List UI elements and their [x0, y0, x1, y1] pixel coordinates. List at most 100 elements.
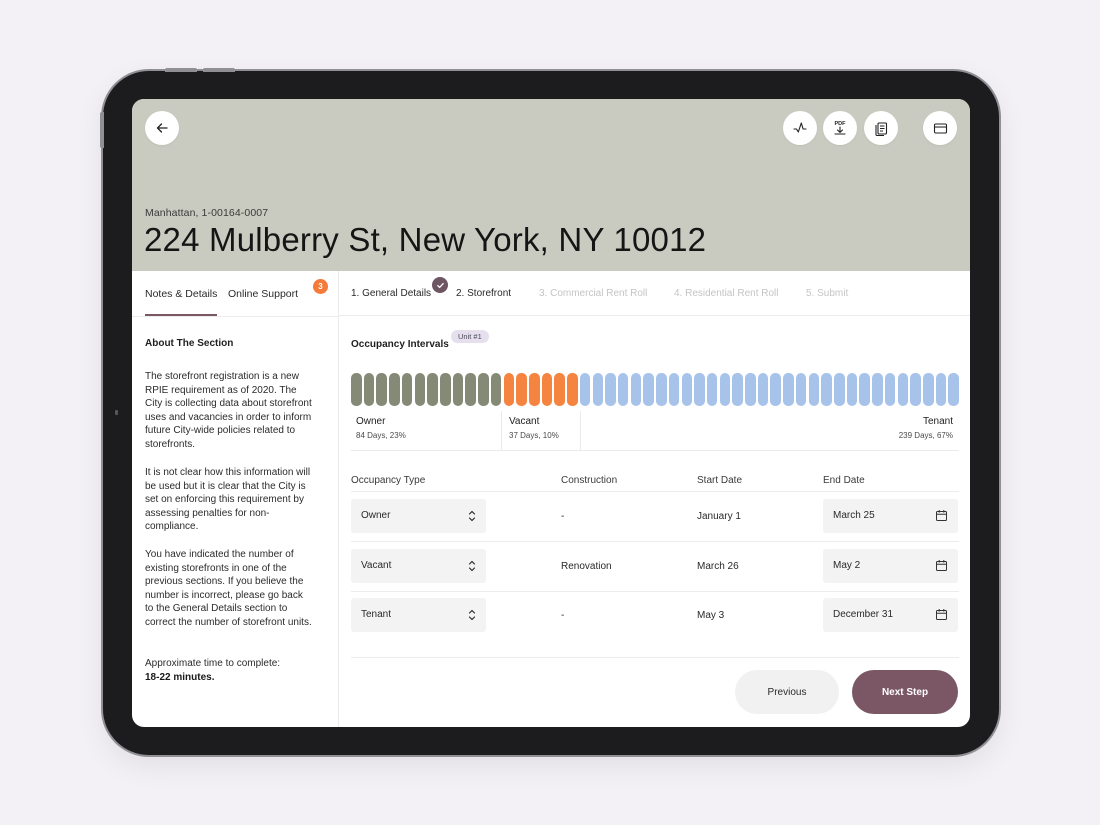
occupancy-bar-tenant — [617, 373, 629, 406]
step-commercial-rent-roll[interactable]: 3. Commercial Rent Roll — [539, 288, 647, 299]
occupancy-bar-owner — [452, 373, 464, 406]
occupancy-bar-vacant — [554, 373, 565, 406]
section-paragraph: You have indicated the number of existin… — [145, 549, 312, 628]
activity-button[interactable] — [783, 111, 817, 145]
occupancy-type-select[interactable]: Owner — [351, 499, 486, 533]
panel-divider — [132, 316, 339, 317]
column-header-construction: Construction — [561, 475, 618, 486]
property-header: PDF Manhattan, 1-00164-0007 224 Mulberry… — [132, 99, 970, 271]
column-header-occupancy-type: Occupancy Type — [351, 475, 426, 486]
occupancy-bar-tenant — [897, 373, 909, 406]
occupancy-type-value: Vacant — [361, 560, 392, 571]
occupancy-bar-tenant — [630, 373, 642, 406]
time-estimate: Approximate time to complete: 18-22 minu… — [145, 657, 280, 685]
legend-vacant-name: Vacant — [509, 416, 540, 427]
legend-tenant-name: Tenant — [922, 416, 953, 427]
occupancy-bar-tenant — [935, 373, 947, 406]
main-content: 1. General Details 2. Storefront 3. Comm… — [339, 271, 970, 727]
occupancy-type-value: Owner — [361, 510, 391, 521]
card-button[interactable] — [923, 111, 957, 145]
step-storefront[interactable]: 2. Storefront — [456, 288, 511, 299]
occupancy-bar-tenant — [656, 373, 667, 406]
occupancy-bar-tenant — [668, 373, 680, 406]
occupancy-type-select[interactable]: Vacant — [351, 549, 486, 583]
back-button[interactable] — [145, 111, 179, 145]
section-paragraph: It is not clear how this information wil… — [145, 467, 311, 533]
occupancy-bar-tenant — [846, 373, 858, 406]
occupancy-bar-tenant — [948, 373, 959, 406]
calendar-icon[interactable] — [935, 509, 948, 522]
legend-owner-name: Owner — [356, 416, 386, 427]
legend-owner-detail: 84 Days, 23% — [356, 431, 406, 440]
occupancy-bars — [351, 373, 959, 406]
calendar-icon[interactable] — [935, 559, 948, 572]
end-date-value: March 25 — [833, 510, 875, 521]
occupancy-bar-tenant — [923, 373, 934, 406]
calendar-icon[interactable] — [935, 608, 948, 621]
step-submit[interactable]: 5. Submit — [806, 288, 848, 299]
tablet-top-button — [165, 68, 197, 72]
legend-divider — [580, 411, 581, 451]
occupancy-bar-owner — [351, 373, 362, 406]
occupancy-bar-tenant — [694, 373, 705, 406]
occupancy-bar-tenant — [770, 373, 782, 406]
property-subtitle: Manhattan, 1-00164-0007 — [145, 207, 269, 219]
occupancy-bar-tenant — [910, 373, 921, 406]
legend-vacant-detail: 37 Days, 10% — [509, 431, 559, 440]
tablet-camera-dot — [115, 410, 118, 415]
notes-panel: Notes & Details Online Support 3 About T… — [132, 271, 339, 727]
end-date-input[interactable]: December 31 — [823, 598, 958, 632]
back-arrow-icon — [156, 123, 168, 133]
page-title: 224 Mulberry St, New York, NY 10012 — [144, 221, 707, 258]
end-date-input[interactable]: March 25 — [823, 499, 958, 533]
start-date-value: March 26 — [697, 561, 739, 572]
occupancy-legend: Owner 84 Days, 23% Vacant 37 Days, 10% T… — [351, 411, 959, 451]
occupancy-bar-tenant — [719, 373, 731, 406]
occupancy-bar-tenant — [783, 373, 794, 406]
occupancy-bar-tenant — [732, 373, 743, 406]
support-count-badge: 3 — [313, 279, 328, 294]
step-general-details[interactable]: 1. General Details — [351, 288, 431, 299]
tablet-top-button — [203, 68, 235, 72]
tab-notes-details[interactable]: Notes & Details — [145, 288, 217, 300]
occupancy-bar-vacant — [541, 373, 553, 406]
occupancy-bar-tenant — [745, 373, 756, 406]
previous-button[interactable]: Previous — [735, 670, 839, 714]
pdf-download-icon: PDF — [834, 121, 847, 135]
column-header-start-date: Start Date — [697, 475, 743, 486]
unit-pill: Unit #1 — [451, 330, 489, 343]
select-arrows-icon — [468, 510, 476, 522]
occupancy-bar-owner — [363, 373, 375, 406]
start-date-value: May 3 — [697, 610, 725, 621]
table-divider — [351, 591, 959, 592]
occupancy-bar-tenant — [681, 373, 693, 406]
occupancy-bar-owner — [465, 373, 476, 406]
table-divider — [351, 541, 959, 542]
occupancy-bar-tenant — [884, 373, 896, 406]
tablet-side-button — [100, 112, 104, 148]
step-complete-check-icon — [432, 277, 448, 293]
pdf-download-button[interactable]: PDF — [823, 111, 857, 145]
tab-online-support[interactable]: Online Support — [228, 288, 298, 300]
occupancy-bar-owner — [490, 373, 502, 406]
occupancy-bar-owner — [414, 373, 426, 406]
occupancy-bar-tenant — [592, 373, 604, 406]
occupancy-bar-vacant — [516, 373, 527, 406]
activity-icon — [793, 122, 807, 133]
footer-divider — [351, 657, 959, 658]
occupancy-bar-tenant — [859, 373, 870, 406]
occupancy-bar-owner — [478, 373, 489, 406]
card-icon — [933, 122, 947, 134]
step-residential-rent-roll[interactable]: 4. Residential Rent Roll — [674, 288, 779, 299]
construction-value: - — [561, 610, 565, 621]
occupancy-type-select[interactable]: Tenant — [351, 598, 486, 632]
documents-button[interactable] — [864, 111, 898, 145]
occupancy-type-value: Tenant — [361, 609, 392, 620]
occupancy-bar-vacant — [528, 373, 540, 406]
end-date-value: May 2 — [833, 560, 861, 571]
pdf-label: PDF — [835, 121, 847, 127]
next-step-button[interactable]: Next Step — [852, 670, 958, 714]
table-divider — [351, 491, 959, 492]
occupancy-bar-owner — [439, 373, 451, 406]
end-date-input[interactable]: May 2 — [823, 549, 958, 583]
